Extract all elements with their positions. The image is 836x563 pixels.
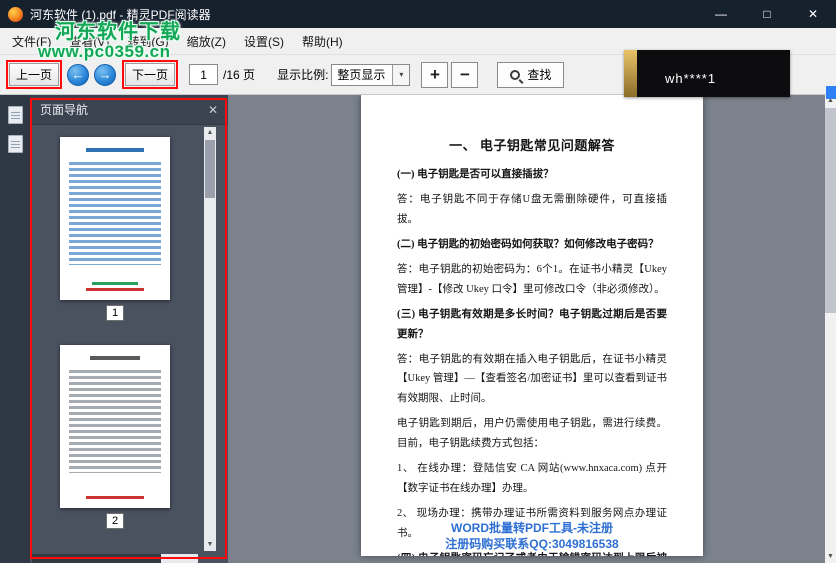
- main-area: 页面导航 ✕ 1 2 ▲ ▼ 一、 电子钥匙常见问题解答 (一) 电子钥匙是否可…: [0, 95, 836, 563]
- doc-question-1: (一) 电子钥匙是否可以直接插拔？: [397, 169, 554, 180]
- ad-gold-strip: [624, 50, 637, 97]
- thumb1-watermark: [60, 282, 170, 291]
- menu-file[interactable]: 文件(F): [3, 28, 60, 54]
- search-icon: [510, 69, 521, 80]
- viewer-scrollbar[interactable]: ▲ ▼: [825, 95, 836, 563]
- next-page-highlight-box: 下一页: [122, 60, 179, 89]
- registration-watermark-line1: WORD批量转PDF工具-未注册: [451, 520, 613, 535]
- sidebar-icon-strip: [0, 95, 30, 563]
- history-forward-button[interactable]: →: [94, 63, 117, 86]
- ad-corner-accent: [826, 86, 836, 99]
- close-button[interactable]: ✕: [790, 0, 836, 28]
- pdf-page: 一、 电子钥匙常见问题解答 (一) 电子钥匙是否可以直接插拔？ 答：电子钥匙不同…: [361, 95, 703, 556]
- maximize-button[interactable]: □: [744, 0, 790, 28]
- panel-scrollbar-horizontal[interactable]: [32, 554, 198, 563]
- page-total-label: /16 页: [223, 68, 256, 82]
- thumb2-text-lines: [69, 367, 161, 473]
- viewer-scrollbar-thumb[interactable]: [825, 108, 836, 313]
- thumb2-title-line: [89, 356, 141, 360]
- page-number-label-2: 2: [106, 513, 124, 529]
- arrow-left-icon: ←: [71, 66, 85, 82]
- zoom-ratio-label: 显示比例:: [277, 68, 329, 82]
- panel-scrollbar-vertical[interactable]: ▲ ▼: [204, 127, 216, 551]
- page-number-label-1: 1: [106, 305, 124, 321]
- zoom-mode-select[interactable]: 整页显示 ▾: [331, 63, 411, 86]
- window-controls: — □ ✕: [698, 0, 836, 28]
- thumb1-text-lines: [69, 159, 161, 265]
- ad-banner: wh****1: [624, 50, 790, 97]
- menu-settings[interactable]: 设置(S): [235, 28, 293, 54]
- menu-zoom[interactable]: 缩放(Z): [178, 28, 235, 54]
- minimize-button[interactable]: —: [698, 0, 744, 28]
- menu-goto[interactable]: 转到(G): [118, 28, 177, 54]
- page-number-input[interactable]: [189, 64, 219, 85]
- thumb1-title-line: [86, 148, 144, 152]
- chevron-down-icon[interactable]: ▾: [392, 64, 410, 85]
- arrow-right-icon: →: [98, 66, 112, 82]
- next-page-button[interactable]: 下一页: [125, 63, 176, 86]
- menu-view[interactable]: 查看(V): [60, 28, 118, 54]
- doc-list-item-1: 1、 在线办理：登陆信安 CA 网站(www.hnxaca.com) 点开【数字…: [397, 463, 667, 495]
- scroll-up-icon[interactable]: ▲: [204, 127, 216, 139]
- doc-heading: 一、 电子钥匙常见问题解答: [449, 138, 615, 153]
- panel-hscrollbar-thumb[interactable]: [32, 554, 162, 563]
- prev-page-button[interactable]: 上一页: [9, 63, 60, 86]
- page-thumbnails-icon[interactable]: [7, 106, 23, 124]
- thumbnail-list: 1 2: [30, 125, 228, 554]
- ad-username-text: wh****1: [665, 71, 717, 86]
- panel-close-icon[interactable]: ✕: [208, 103, 218, 117]
- doc-question-2: (二) 电子钥匙的初始密码如何获取？如何修改电子密码？: [397, 238, 659, 250]
- zoom-mode-value: 整页显示: [337, 68, 386, 82]
- app-window: 河东软件 (1).pdf - 精灵PDF阅读器 — □ ✕ 文件(F) 查看(V…: [0, 0, 836, 563]
- panel-title: 页面导航: [40, 103, 89, 117]
- prev-page-highlight-box: 上一页: [6, 60, 63, 89]
- panel-header: 页面导航 ✕: [30, 95, 228, 125]
- doc-answer-3: 答：电子钥匙的有效期在插入电子钥匙后，在证书小精灵【Ukey 管理】—【查看签名…: [397, 353, 667, 405]
- history-back-button[interactable]: ←: [67, 63, 90, 86]
- doc-answer-1: 答：电子钥匙不同于存储U盘无需删除硬件，可直接插拔。: [397, 193, 667, 225]
- zoom-in-button[interactable]: +: [421, 61, 449, 88]
- registration-watermark-line2: 注册码购买联系QQ:3049816538: [445, 536, 619, 551]
- panel-scrollbar-thumb[interactable]: [205, 140, 215, 198]
- viewer-scroll-down-icon[interactable]: ▼: [825, 551, 836, 563]
- window-title: 河东软件 (1).pdf - 精灵PDF阅读器: [30, 7, 211, 22]
- find-button[interactable]: 查找: [497, 61, 565, 88]
- page-thumbnail-1[interactable]: [60, 137, 170, 300]
- bookmarks-icon[interactable]: [7, 135, 23, 153]
- thumb2-watermark: [60, 496, 170, 499]
- doc-paragraph: 电子钥匙到期后，用户仍需使用电子钥匙，需进行续费。目前，电子钥匙续费方式包括：: [397, 418, 667, 450]
- registration-watermark: WORD批量转PDF工具-未注册 注册码购买联系QQ:3049816538: [361, 520, 703, 552]
- document-viewer: 一、 电子钥匙常见问题解答 (一) 电子钥匙是否可以直接插拔？ 答：电子钥匙不同…: [228, 95, 836, 563]
- doc-question-3: (三) 电子钥匙有效期是多长时间？电子钥匙过期后是否要更新？: [397, 308, 667, 340]
- zoom-out-button[interactable]: −: [451, 61, 479, 88]
- scroll-down-icon[interactable]: ▼: [204, 539, 216, 551]
- title-bar: 河东软件 (1).pdf - 精灵PDF阅读器 — □ ✕: [0, 0, 836, 28]
- doc-answer-2: 答：电子钥匙的初始密码为：6个1。在证书小精灵【Ukey 管理】-【修改 Uke…: [397, 263, 667, 295]
- page-navigation-panel: 页面导航 ✕ 1 2 ▲ ▼: [30, 95, 228, 563]
- app-logo-icon: [8, 6, 23, 22]
- page-thumbnail-2[interactable]: [60, 345, 170, 508]
- menu-help[interactable]: 帮助(H): [293, 28, 352, 54]
- find-button-label: 查找: [527, 68, 552, 82]
